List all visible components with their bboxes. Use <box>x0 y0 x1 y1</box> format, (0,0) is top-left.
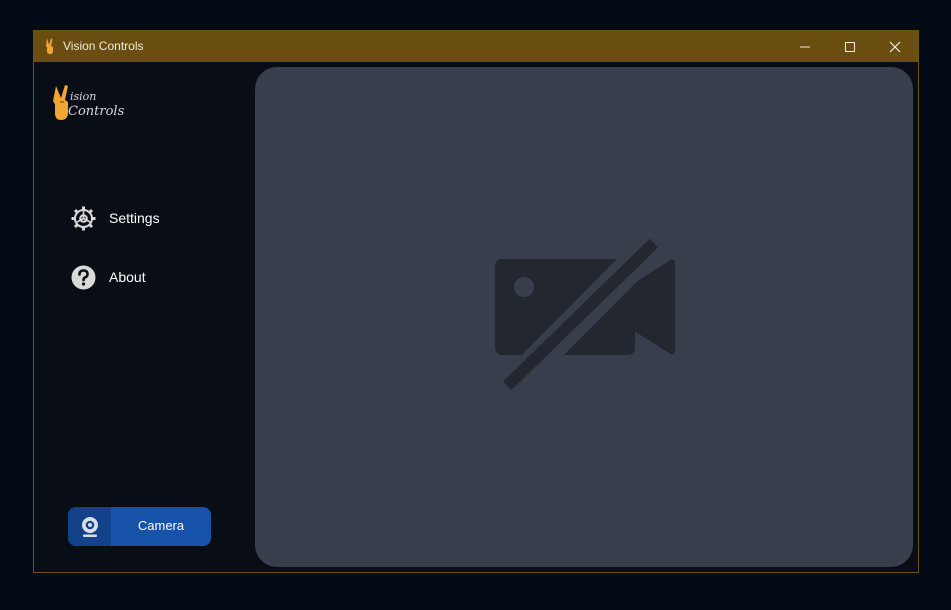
camera-button-icon-box <box>68 507 111 546</box>
camera-button-label: Camera <box>137 518 185 533</box>
question-icon <box>70 264 97 291</box>
minimize-button[interactable] <box>782 31 828 62</box>
window-title: Vision Controls <box>63 39 144 53</box>
app-window: Vision Controls ision Controls Settings … <box>33 30 919 573</box>
camera-button[interactable]: Camera <box>68 507 211 546</box>
sidebar-item-settings[interactable]: Settings <box>70 203 220 233</box>
sidebar-item-label: Settings <box>109 210 160 226</box>
svg-text:Controls: Controls <box>68 104 124 119</box>
sidebar-item-label: About <box>109 269 146 285</box>
app-logo: ision Controls <box>53 85 124 120</box>
sidebar: ision Controls Settings About Camera <box>34 62 254 572</box>
title-bar[interactable]: Vision Controls <box>34 31 918 62</box>
minimize-icon <box>800 46 810 47</box>
sidebar-item-about[interactable]: About <box>70 262 220 292</box>
close-icon <box>889 41 901 52</box>
camera-viewport <box>255 67 913 567</box>
close-button[interactable] <box>872 31 918 62</box>
webcam-icon <box>81 516 98 537</box>
video-off-icon <box>495 235 675 391</box>
maximize-icon <box>845 41 855 52</box>
svg-text:ision: ision <box>70 90 96 103</box>
peace-hand-icon <box>46 38 53 54</box>
maximize-button[interactable] <box>827 31 873 62</box>
gear-icon <box>70 205 97 232</box>
